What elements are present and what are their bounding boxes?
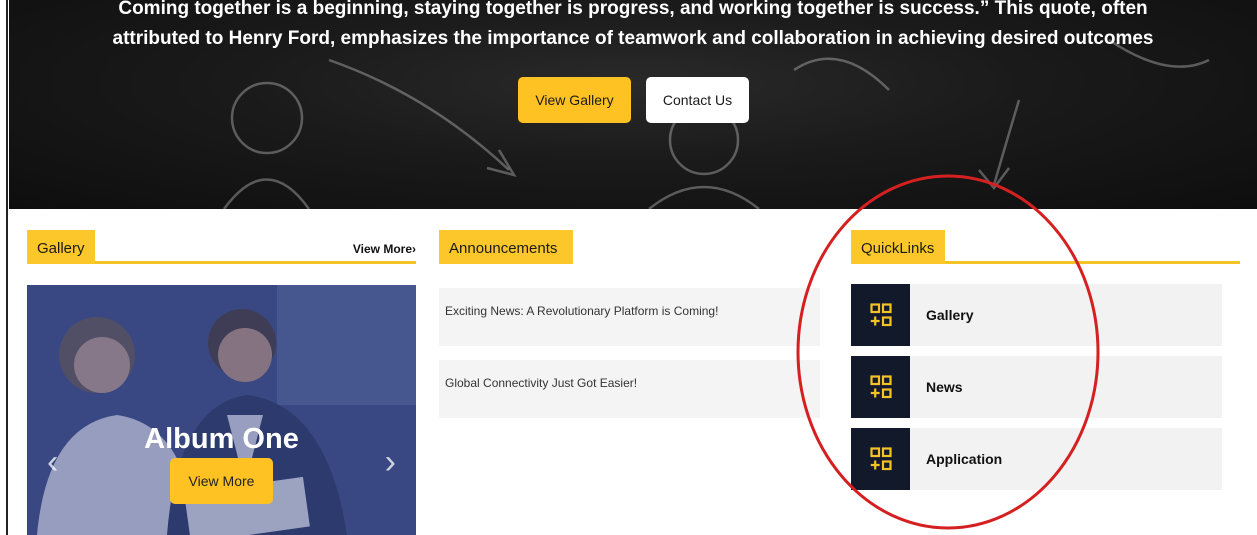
hero-quote: Coming together is a beginning, staying …: [112, 0, 1154, 49]
announcement-item[interactable]: Exciting News: A Revolutionary Platform …: [439, 288, 820, 346]
album-title: Album One: [144, 423, 299, 455]
quicklink-label: News: [926, 379, 963, 395]
announcements-heading-label: Announcements: [439, 230, 573, 264]
view-gallery-button[interactable]: View Gallery: [518, 77, 631, 123]
album-view-more-button[interactable]: View More: [170, 458, 273, 504]
page: Coming together is a beginning, staying …: [0, 0, 1257, 535]
gallery-heading: Gallery View More›: [27, 230, 416, 264]
contact-us-button[interactable]: Contact Us: [646, 77, 749, 123]
announcement-item[interactable]: Global Connectivity Just Got Easier!: [439, 360, 820, 418]
quicklink-label: Application: [926, 451, 1003, 467]
hero-banner: Coming together is a beginning, staying …: [9, 0, 1257, 209]
quicklink-gallery[interactable]: Gallery: [851, 284, 1222, 346]
gallery-view-more-link[interactable]: View More›: [353, 242, 416, 256]
chevron-right-icon: ›: [412, 242, 416, 256]
quicklink-application[interactable]: Application: [851, 428, 1222, 490]
grid-plus-icon: [851, 284, 910, 346]
album-slider: Album One View More ‹ ›: [27, 285, 416, 535]
chevron-right-icon[interactable]: ›: [385, 445, 396, 479]
quicklinks-heading-label: QuickLinks: [851, 230, 945, 264]
gallery-heading-label: Gallery: [27, 230, 95, 264]
gallery-view-more-label: View More: [352, 242, 412, 256]
chevron-left-icon[interactable]: ‹: [47, 445, 58, 479]
announcements-heading: Announcements: [439, 230, 573, 264]
quicklinks-heading: QuickLinks: [851, 230, 1240, 264]
quicklink-news[interactable]: News: [851, 356, 1222, 418]
window-edge: [0, 0, 8, 535]
quicklink-label: Gallery: [926, 307, 974, 323]
grid-plus-icon: [851, 356, 910, 418]
grid-plus-icon: [851, 428, 910, 490]
